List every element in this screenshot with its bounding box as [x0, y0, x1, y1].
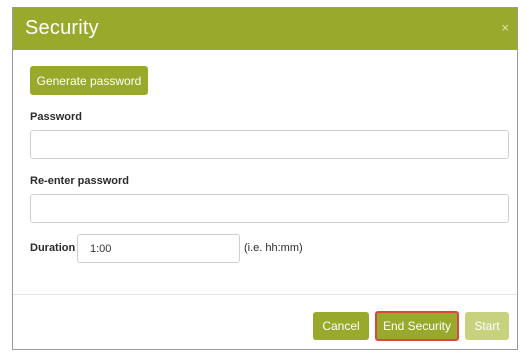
password-field[interactable] [30, 130, 509, 159]
close-icon[interactable]: × [501, 21, 509, 34]
reenter-password-label: Re-enter password [30, 175, 130, 187]
reenter-password-field[interactable] [30, 194, 509, 223]
dialog-title: Security [25, 17, 99, 39]
duration-field[interactable]: 1:00 [77, 234, 240, 263]
security-dialog: Security × Generate password Password Re… [12, 7, 518, 350]
start-button[interactable]: Start [465, 312, 509, 340]
dialog-header: Security × [13, 8, 517, 50]
footer-divider [13, 294, 517, 295]
end-security-button[interactable]: End Security [375, 311, 459, 341]
duration-label: Duration [30, 242, 76, 254]
duration-hint: (i.e. hh:mm) [244, 242, 303, 254]
password-label: Password [30, 111, 82, 123]
cancel-button[interactable]: Cancel [313, 312, 369, 340]
generate-password-button[interactable]: Generate password [30, 66, 148, 95]
